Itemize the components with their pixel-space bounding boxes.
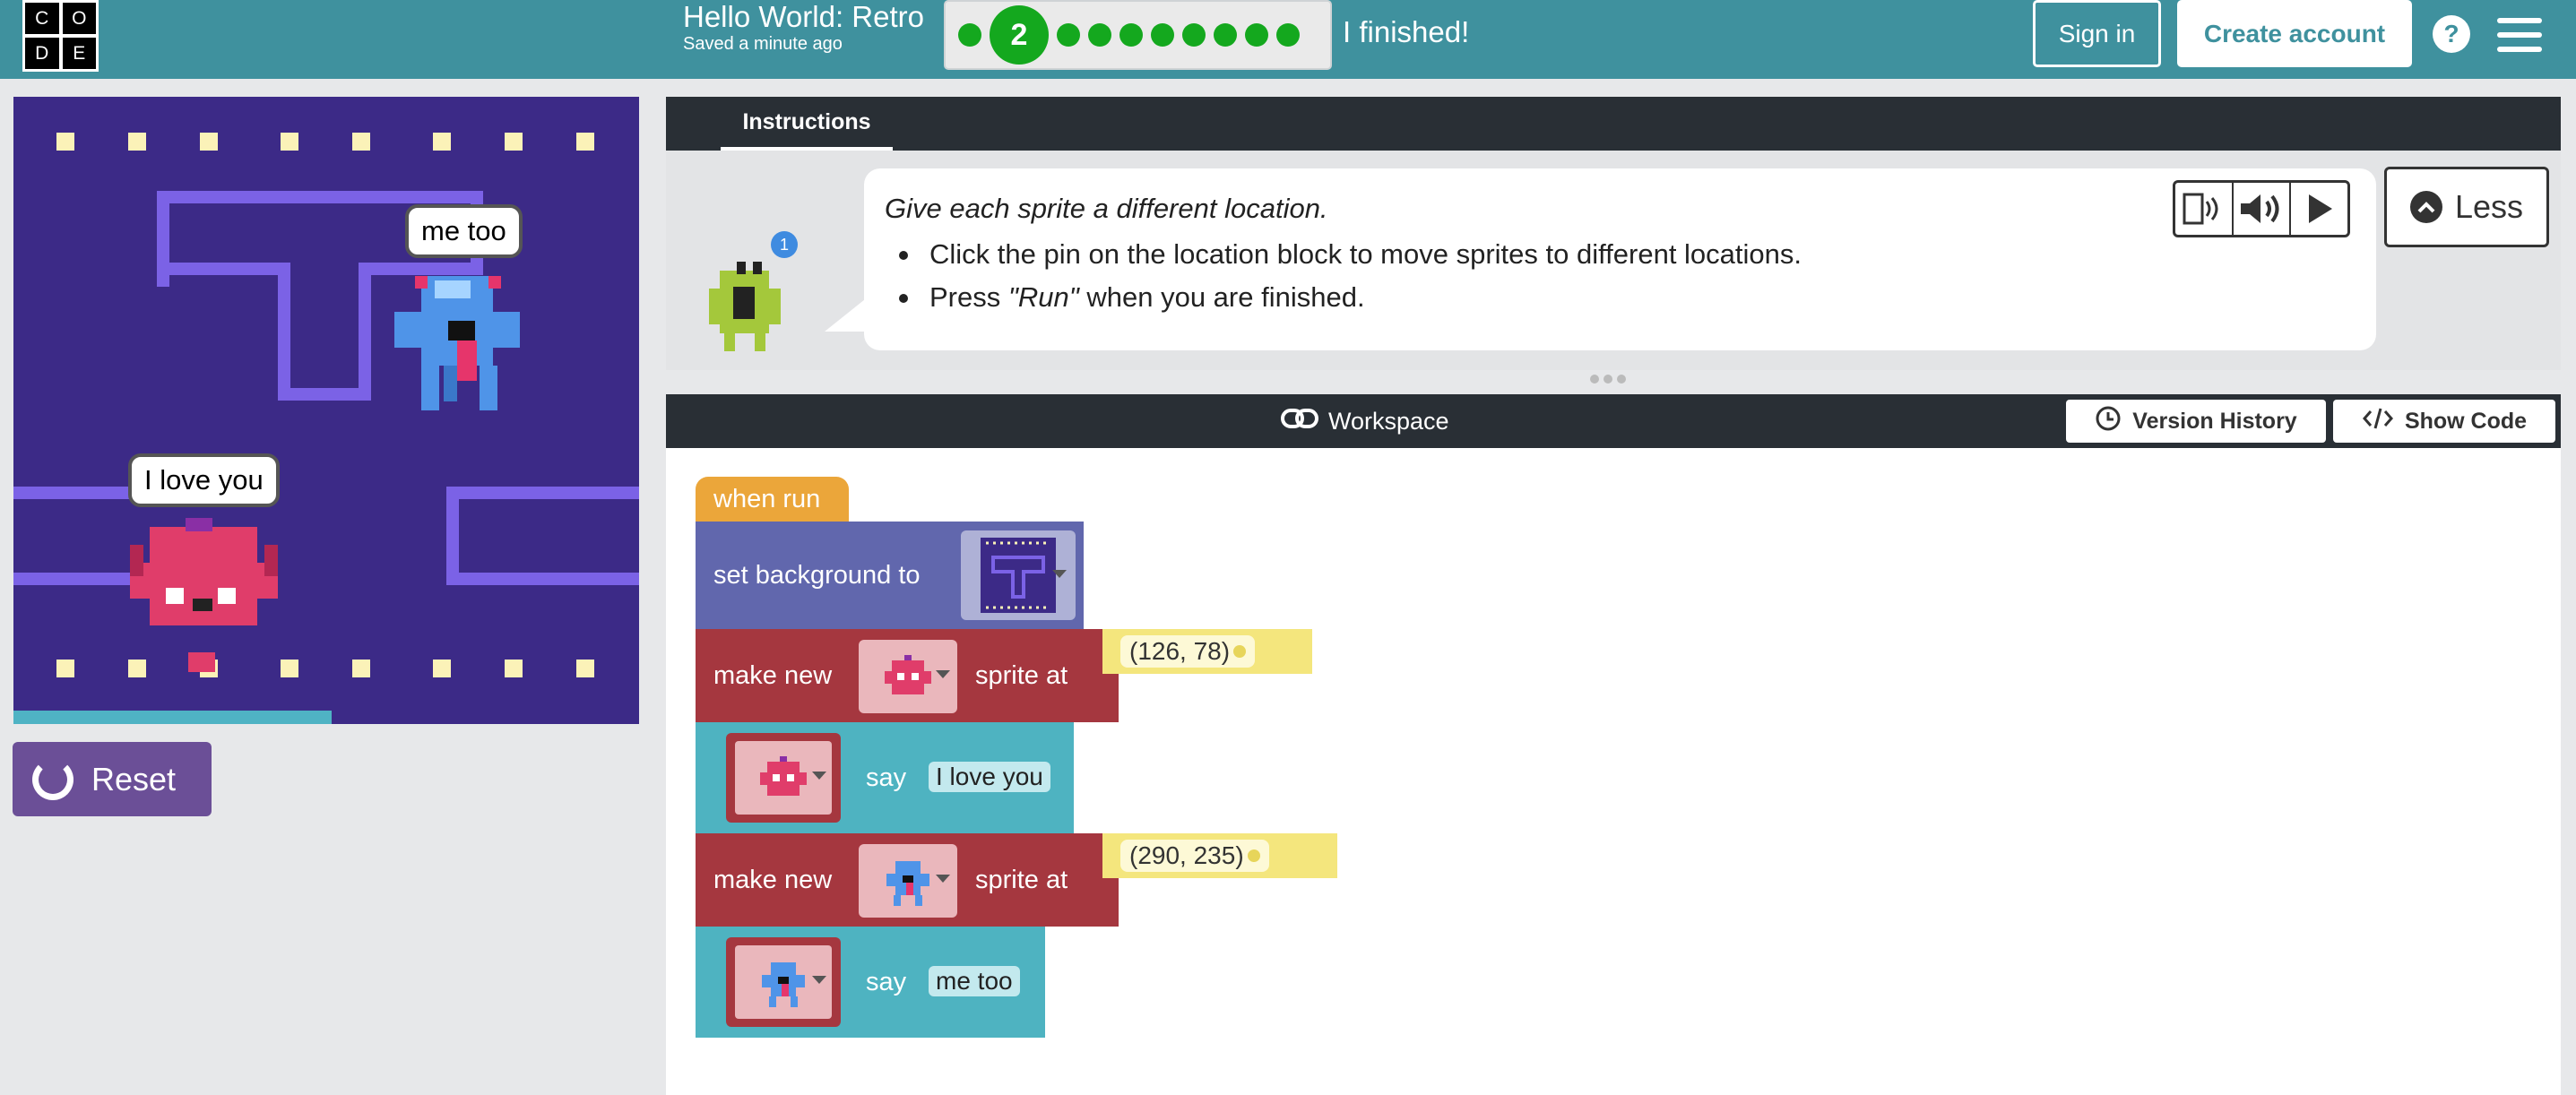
logo-letter: C — [25, 3, 59, 34]
less-button[interactable]: Less — [2384, 167, 2549, 247]
sign-in-button[interactable]: Sign in — [2033, 0, 2161, 67]
show-code-button[interactable]: Show Code — [2333, 400, 2555, 443]
workspace-title: Workspace — [1280, 394, 1449, 448]
read-aloud-icon[interactable] — [2175, 183, 2234, 235]
logo-letter: D — [25, 38, 59, 69]
location-pin-icon[interactable] — [1247, 849, 1260, 862]
less-label: Less — [2454, 188, 2524, 225]
finished-link[interactable]: I finished! — [1343, 15, 1469, 49]
instructions-heading: Give each sprite a different location. — [885, 193, 1328, 224]
sprite-at-label: sprite at — [975, 660, 1068, 690]
clock-icon — [2095, 405, 2122, 438]
logo-letter: O — [62, 3, 96, 34]
sprite-dropdown-blue-1[interactable] — [859, 844, 957, 918]
speaker-icon[interactable] — [2234, 183, 2292, 235]
level-dot[interactable] — [1245, 23, 1268, 47]
background-dropdown[interactable] — [961, 530, 1076, 620]
game-progress-bar — [13, 711, 332, 724]
sprite-dropdown-blue-2[interactable] — [726, 937, 841, 1027]
instructions-header — [666, 97, 2561, 151]
create-account-button[interactable]: Create account — [2177, 0, 2412, 67]
code-logo[interactable]: C O D E — [22, 0, 99, 72]
level-dot[interactable] — [1057, 23, 1080, 47]
background-thumbnail — [981, 538, 1056, 613]
level-dot[interactable] — [958, 23, 981, 47]
help-icon[interactable]: ? — [2433, 15, 2470, 53]
sprite-dropdown-pink-2[interactable] — [726, 733, 841, 823]
link-icon — [1280, 407, 1319, 436]
bubble-tail — [825, 296, 869, 332]
location-pin-icon[interactable] — [1233, 645, 1247, 658]
instructions-list: Click the pin on the location block to m… — [899, 238, 1802, 324]
blue-sprite-icon — [886, 861, 929, 906]
reset-label: Reset — [91, 760, 177, 798]
reset-button[interactable]: Reset — [13, 742, 212, 816]
game-scene — [13, 133, 639, 677]
level-dot[interactable] — [1182, 23, 1206, 47]
speech-bubble-pink: I love you — [128, 453, 280, 507]
instruction-bullet: Press "Run" when you are finished. — [899, 281, 1802, 324]
location-block-1[interactable]: (126, 78) — [1102, 629, 1312, 674]
hint-badge[interactable]: 1 — [771, 231, 798, 258]
instruction-bullet: Click the pin on the location block to m… — [899, 238, 1802, 281]
version-history-button[interactable]: Version History — [2066, 400, 2326, 443]
tab-instructions[interactable]: Instructions — [721, 97, 893, 151]
blue-sprite-icon — [762, 962, 805, 1007]
pink-sprite-icon — [885, 655, 931, 694]
logo-letter: E — [62, 38, 96, 69]
level-dot[interactable] — [1151, 23, 1174, 47]
sprite-dropdown-pink-1[interactable] — [859, 640, 957, 713]
level-dot[interactable] — [1214, 23, 1237, 47]
chevron-up-icon — [2409, 191, 2442, 223]
current-level-dot[interactable]: 2 — [990, 5, 1049, 65]
level-dot[interactable] — [1088, 23, 1111, 47]
blue-sprite — [394, 276, 520, 410]
play-icon[interactable] — [2291, 183, 2347, 235]
reset-icon — [32, 758, 73, 800]
say-text-2[interactable]: me too — [929, 966, 1020, 996]
code-icon — [2362, 406, 2394, 437]
level-dot[interactable] — [1276, 23, 1300, 47]
say-text-1[interactable]: I love you — [929, 762, 1050, 792]
pink-sprite — [130, 518, 278, 672]
level-dot[interactable] — [1119, 23, 1143, 47]
maze-walls — [13, 191, 639, 585]
level-progress: 2 — [944, 0, 1332, 70]
game-canvas[interactable]: me too I love you — [13, 97, 639, 724]
resize-handle[interactable] — [1590, 375, 1629, 387]
pink-sprite-icon — [760, 756, 807, 796]
when-run-block[interactable]: when run — [696, 477, 849, 522]
saved-status: Saved a minute ago — [683, 34, 843, 54]
location-block-2[interactable]: (290, 235) — [1102, 833, 1337, 878]
speech-bubble-blue: me too — [405, 204, 523, 258]
project-title: Hello World: Retro — [683, 0, 924, 33]
hamburger-menu-icon[interactable] — [2497, 18, 2542, 52]
sprite-at-label: sprite at — [975, 865, 1068, 894]
audio-controls — [2173, 180, 2350, 237]
